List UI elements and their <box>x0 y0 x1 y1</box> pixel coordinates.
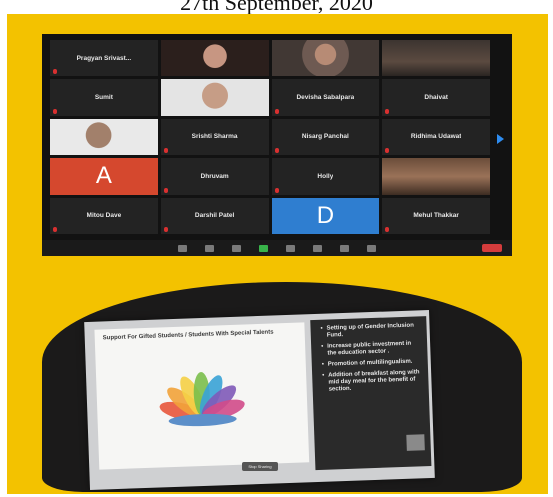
bullet-item: Addition of breakfast along with mid day… <box>322 369 423 393</box>
participant-name: Dhruvam <box>200 172 229 180</box>
stop-sharing-button[interactable]: Stop Sharing <box>242 462 278 471</box>
participant-tile[interactable]: Nisarg Panchal <box>271 118 380 156</box>
participant-name: Sumit <box>94 94 113 102</box>
participant-tile[interactable]: Sumit <box>50 79 158 116</box>
participant-name: Pragyan Srivast... <box>76 54 132 62</box>
participant-name: Devisha Sabalpara <box>296 94 355 102</box>
participant-tile[interactable] <box>160 79 269 116</box>
participant-video <box>160 79 269 116</box>
presenter-thumbnail <box>406 434 425 451</box>
participant-tile[interactable]: Dhruvam <box>160 158 269 195</box>
participant-video <box>50 118 158 156</box>
participants-icon[interactable] <box>286 244 295 252</box>
muted-mic-icon <box>274 108 279 114</box>
security-icon[interactable] <box>232 244 241 252</box>
participant-video <box>382 40 490 77</box>
slide-title: Support For Gifted Students / Students W… <box>102 329 274 342</box>
muted-mic-icon <box>53 69 57 75</box>
participant-name: Nisarg Panchal <box>301 133 349 141</box>
muted-mic-icon <box>163 187 168 193</box>
next-page-arrow-icon[interactable] <box>497 134 504 144</box>
slide-left: Support For Gifted Students / Students W… <box>94 322 310 470</box>
participant-name: Srishti Sharma <box>191 133 238 141</box>
lotus-diagram <box>159 372 245 427</box>
participant-tile[interactable]: Srishti Sharma <box>160 118 269 156</box>
muted-mic-icon <box>53 108 57 114</box>
participant-video <box>160 40 269 77</box>
participant-video <box>382 158 490 195</box>
muted-mic-icon <box>274 148 279 154</box>
participant-name: Mitou Dave <box>86 212 122 220</box>
reactions-icon[interactable] <box>367 244 376 252</box>
participant-tile[interactable]: A <box>50 158 158 195</box>
participant-tile[interactable]: Devisha Sabalpara <box>271 79 380 116</box>
participant-tile[interactable]: Dhaivat <box>382 79 490 116</box>
muted-mic-icon <box>385 108 390 114</box>
participant-tile[interactable]: Ridhima Udawat <box>382 118 490 156</box>
participant-tile[interactable]: Darshil Patel <box>160 197 269 234</box>
muted-mic-icon <box>385 148 390 154</box>
bullet-item: Promotion of multilingualism. <box>322 358 422 368</box>
participant-tile[interactable] <box>382 40 490 77</box>
participant-avatar: A <box>50 158 158 195</box>
mute-icon[interactable] <box>178 244 187 252</box>
bullet-list: Setting up of Gender Inclusion Fund.Incr… <box>320 322 422 397</box>
slide-right-panel: Setting up of Gender Inclusion Fund.Incr… <box>310 316 432 471</box>
participant-tile[interactable] <box>271 40 380 77</box>
participant-tile[interactable] <box>382 158 490 195</box>
participant-name: Holly <box>317 172 334 180</box>
participant-avatar: D <box>271 197 380 234</box>
participant-tile[interactable] <box>160 40 269 77</box>
participant-tile[interactable]: D <box>271 197 380 234</box>
participant-tile[interactable]: Pragyan Srivast... <box>50 40 158 77</box>
bullet-item: Increase public investment in the educat… <box>321 340 421 357</box>
participant-name: Mehul Thakkar <box>413 212 459 220</box>
participant-tile[interactable]: Holly <box>271 158 380 195</box>
muted-mic-icon <box>163 148 168 154</box>
participant-tile[interactable] <box>50 118 158 156</box>
participant-tile[interactable]: Mitou Dave <box>50 197 158 234</box>
share-screen-icon[interactable] <box>259 244 268 252</box>
meeting-toolbar <box>42 240 512 256</box>
participant-name: Ridhima Udawat <box>410 133 462 141</box>
participant-name: Darshil Patel <box>194 212 235 220</box>
leave-button[interactable] <box>482 244 502 252</box>
presentation-photo: Support For Gifted Students / Students W… <box>42 282 522 492</box>
participant-tile[interactable]: Mehul Thakkar <box>382 197 490 234</box>
muted-mic-icon <box>163 227 168 232</box>
muted-mic-icon <box>53 227 57 232</box>
zoom-gallery-window: Pragyan Srivast... Sumit Devisha Sabalpara… <box>42 34 512 256</box>
bullet-item: Setting up of Gender Inclusion Fund. <box>320 322 420 339</box>
participant-video <box>271 40 380 77</box>
muted-mic-icon <box>274 187 279 193</box>
participant-name: Dhaivat <box>424 94 448 102</box>
participant-grid: Pragyan Srivast... Sumit Devisha Sabalpara… <box>50 40 490 234</box>
chat-icon[interactable] <box>313 244 322 252</box>
record-icon[interactable] <box>340 244 349 252</box>
video-icon[interactable] <box>205 244 214 252</box>
muted-mic-icon <box>385 227 390 232</box>
